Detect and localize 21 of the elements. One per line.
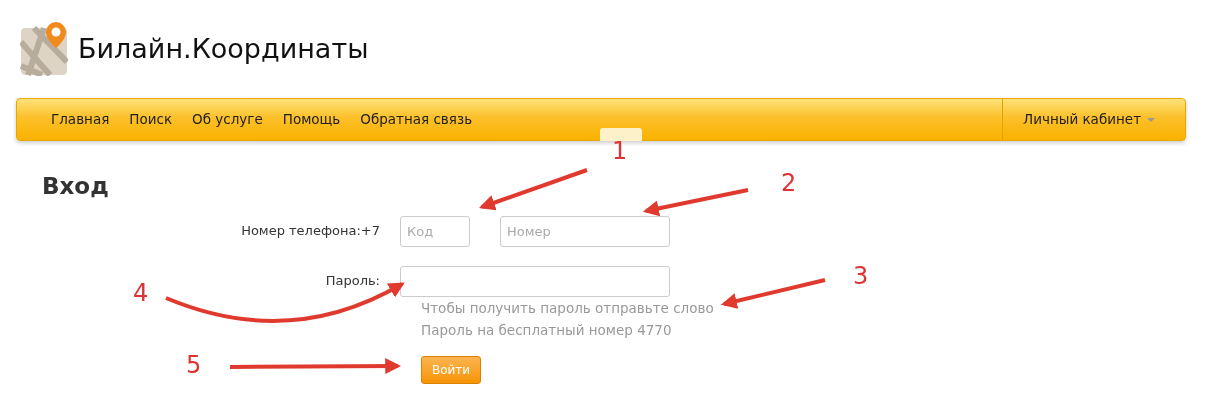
field-label: Пароль: bbox=[324, 272, 381, 291]
annotation-number: 4 bbox=[133, 281, 149, 305]
code-field[interactable]: Код bbox=[400, 215, 470, 247]
nav-link[interactable]: Об услуге bbox=[182, 109, 273, 130]
site-title: Билайн.Координаты bbox=[78, 31, 369, 66]
annotation-number: 2 bbox=[781, 171, 797, 195]
nav-link[interactable]: Поиск bbox=[119, 109, 183, 130]
account-menu[interactable]: Личный кабинет bbox=[1002, 99, 1185, 140]
annotation-number: 1 bbox=[612, 139, 628, 163]
map-pin-logo-icon bbox=[20, 22, 68, 76]
nav-link[interactable]: Помощь bbox=[272, 109, 351, 130]
tab-marker bbox=[600, 128, 642, 141]
page-heading: Вход bbox=[42, 172, 109, 201]
number-field[interactable]: Номер bbox=[500, 215, 670, 247]
password-field[interactable] bbox=[400, 265, 670, 297]
nav-link[interactable]: Главная bbox=[41, 109, 120, 130]
annotation-number: 3 bbox=[853, 264, 869, 288]
nav-link[interactable]: Обратная связь bbox=[350, 109, 483, 130]
hint-text: Чтобы получить пароль отправьте слово Пароль на бесплатный номер 4770 bbox=[421, 298, 715, 340]
annotation-number: 5 bbox=[186, 353, 202, 377]
field-label: Номер телефона:+7 bbox=[240, 222, 381, 241]
